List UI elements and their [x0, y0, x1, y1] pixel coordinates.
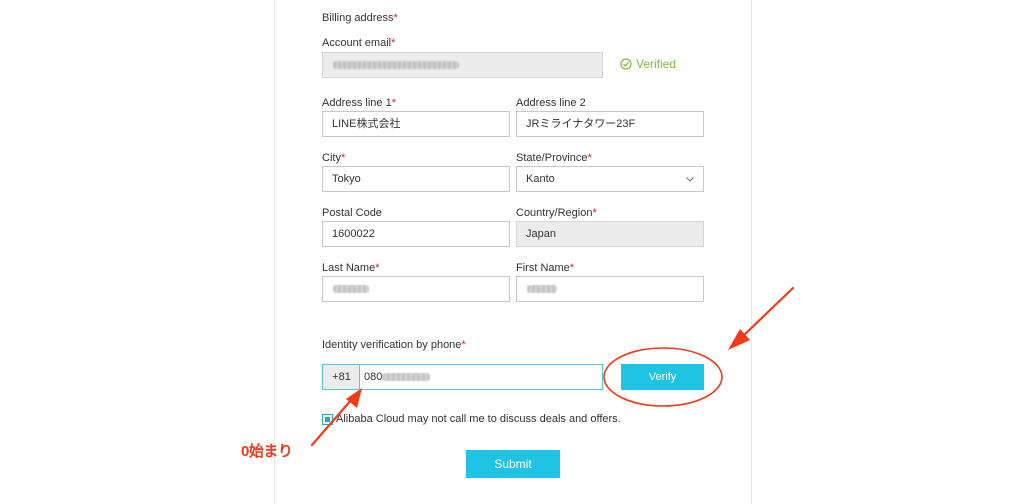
annotation-label: 0始まり — [241, 443, 293, 460]
opt-out-label: Alibaba Cloud may not call me to discuss… — [336, 413, 621, 425]
last-name-label: Last Name* — [322, 262, 380, 274]
verify-button[interactable]: Verify — [621, 364, 704, 390]
required-mark: * — [393, 12, 398, 24]
opt-out-checkbox[interactable] — [322, 414, 333, 425]
phone-country-code[interactable]: +81 — [322, 364, 360, 390]
country-label: Country/Region* — [516, 207, 597, 219]
verified-badge: Verified — [620, 57, 676, 71]
address-line1-label: Address line 1* — [322, 97, 396, 109]
chevron-down-icon — [686, 177, 694, 182]
phone-label: Identity verification by phone* — [322, 339, 466, 351]
first-name-label: First Name* — [516, 262, 575, 274]
phone-number-value: 080 — [364, 371, 383, 383]
address-line2-label: Address line 2 — [516, 97, 586, 109]
check-circle-icon — [620, 58, 632, 70]
submit-button[interactable]: Submit — [466, 450, 560, 478]
state-label: State/Province* — [516, 152, 592, 164]
last-name-input[interactable] — [322, 276, 510, 302]
city-input[interactable]: Tokyo — [322, 166, 510, 192]
panel-border-right — [751, 0, 752, 504]
panel-border-left — [274, 0, 275, 504]
section-title: Billing address* — [322, 12, 398, 24]
account-email-label: Account email* — [322, 37, 396, 49]
first-name-input[interactable] — [516, 276, 704, 302]
account-email-field — [322, 52, 603, 78]
address-line2-input[interactable]: JRミライナタワー23F — [516, 111, 704, 137]
country-field: Japan — [516, 221, 704, 247]
blurred-phone — [382, 373, 430, 381]
blurred-last-name — [333, 285, 369, 293]
phone-number-input[interactable]: 080 — [359, 364, 603, 390]
state-select-value: Kanto — [526, 173, 555, 185]
blurred-email — [333, 61, 459, 69]
address-line1-input[interactable]: LINE株式会社 — [322, 111, 510, 137]
annotation-arrowhead — [728, 329, 750, 350]
annotation-arrowhead-2 — [346, 388, 362, 408]
blurred-first-name — [527, 285, 557, 293]
annotation-arrow-line — [740, 286, 795, 339]
postal-code-input[interactable]: 1600022 — [322, 221, 510, 247]
state-select[interactable]: Kanto — [516, 166, 704, 192]
city-label: City* — [322, 152, 346, 164]
postal-code-label: Postal Code — [322, 207, 382, 219]
